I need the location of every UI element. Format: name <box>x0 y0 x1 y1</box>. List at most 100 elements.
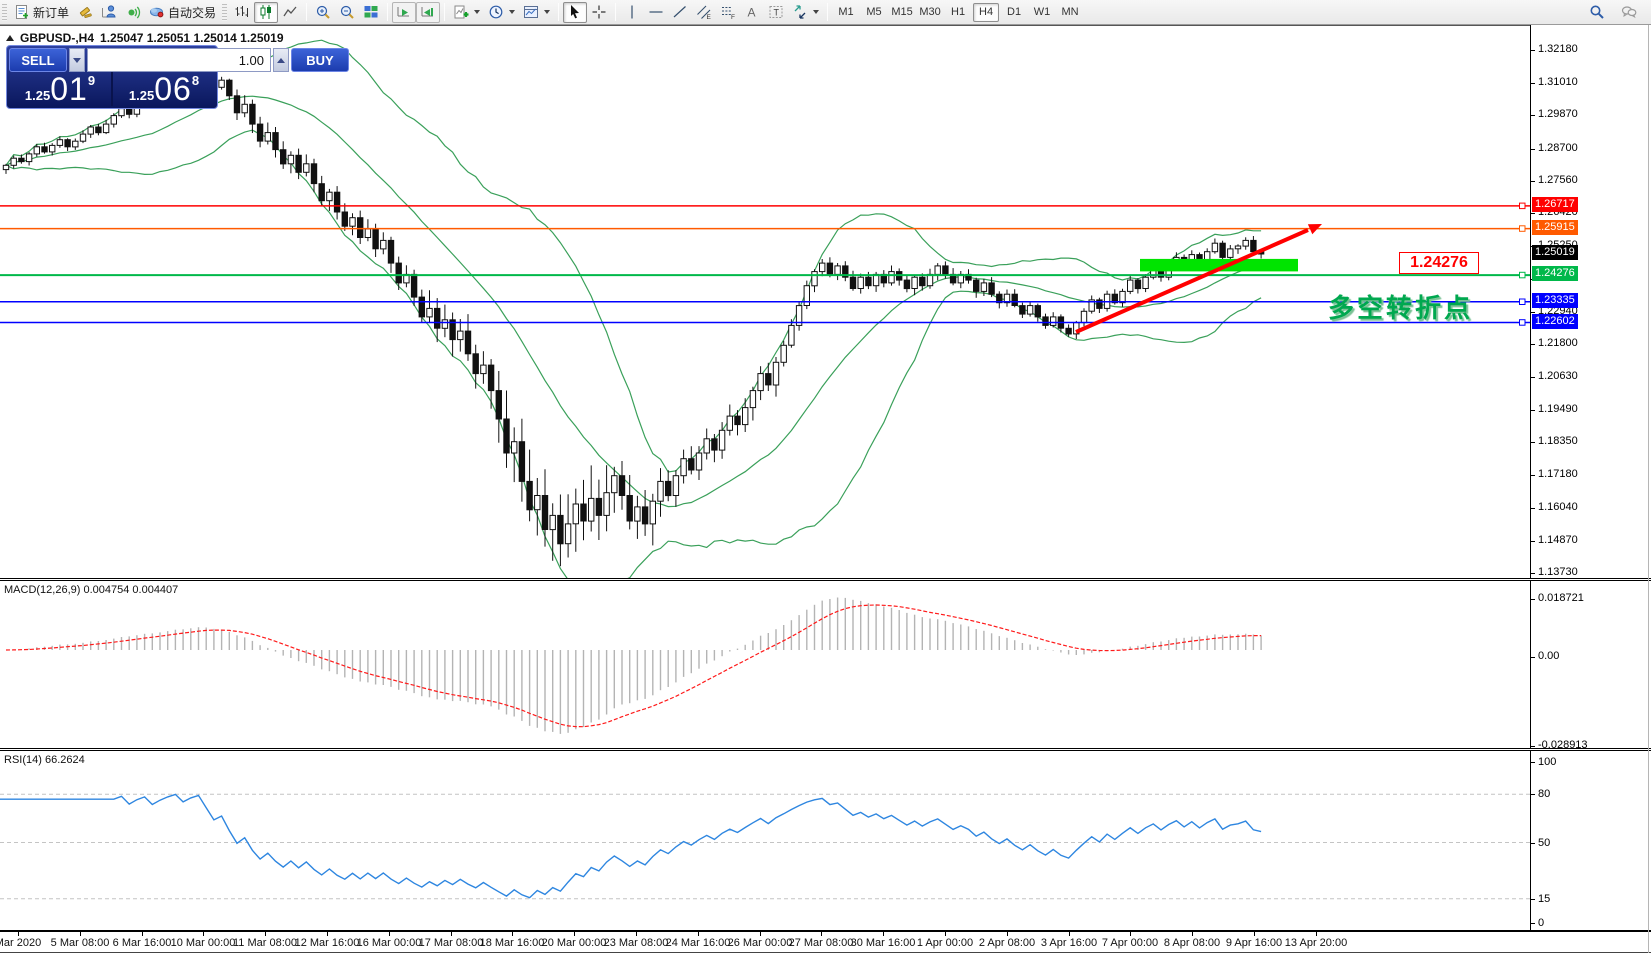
vertical-line-button[interactable] <box>620 2 644 23</box>
macd-canvas[interactable] <box>0 581 1651 748</box>
sell-button[interactable]: SELL <box>9 48 67 72</box>
volume-increase-button[interactable] <box>273 48 289 72</box>
fibonacci-button[interactable]: F <box>716 2 740 23</box>
equidistant-channel-button[interactable]: E <box>692 2 716 23</box>
volume-input[interactable] <box>87 48 271 72</box>
crosshair-button[interactable] <box>587 2 611 23</box>
candlestick-chart-button[interactable] <box>254 2 278 23</box>
bollinger-band[interactable] <box>6 130 1261 579</box>
horizontal-line-button[interactable] <box>644 2 668 23</box>
autotrade-icon <box>149 4 165 20</box>
trendline-button[interactable] <box>668 2 692 23</box>
candle-body <box>442 320 447 329</box>
timeframe-button-h1[interactable]: H1 <box>945 3 971 22</box>
candle-body <box>789 325 794 345</box>
line-drag-handle[interactable] <box>1520 226 1526 232</box>
time-tick <box>80 932 81 936</box>
arrows-dropdown-caret[interactable] <box>813 10 819 14</box>
periods-button[interactable] <box>484 2 519 23</box>
candle-body <box>488 365 493 391</box>
templates-button[interactable] <box>519 2 554 23</box>
svg-text:F: F <box>731 14 735 20</box>
toolbar-grip[interactable] <box>222 4 227 21</box>
bar-chart-button[interactable] <box>230 2 254 23</box>
tile-windows-button[interactable] <box>359 2 383 23</box>
indicators-dropdown-caret[interactable] <box>474 10 480 14</box>
candle-body <box>573 504 578 524</box>
macd-label: MACD(12,26,9) 0.004754 0.004407 <box>4 584 178 596</box>
candle-body <box>565 524 570 544</box>
templates-dropdown-caret[interactable] <box>544 10 550 14</box>
signals-button[interactable] <box>121 2 145 23</box>
arrows-button[interactable] <box>788 2 823 23</box>
candle-body <box>1220 243 1225 257</box>
buy-button[interactable]: BUY <box>291 48 349 72</box>
line-chart-button[interactable] <box>278 2 302 23</box>
expert-advisors-button[interactable] <box>97 2 121 23</box>
cursor-button[interactable] <box>563 2 587 23</box>
rsi-panel[interactable]: RSI(14) 66.2624 <box>0 751 1651 930</box>
chinese-annotation-text[interactable]: 多空转折点 <box>1328 288 1473 325</box>
auto-scroll-button[interactable] <box>392 2 416 23</box>
candle-body <box>73 141 78 147</box>
time-axis[interactable]: Mar 20205 Mar 08:006 Mar 16:0010 Mar 00:… <box>0 930 1651 953</box>
candle-body <box>820 263 825 272</box>
text-label-button[interactable]: T <box>764 2 788 23</box>
chart-ohlc-values: 1.25047 1.25051 1.25014 1.25019 <box>100 31 284 45</box>
candle-body <box>1251 240 1256 251</box>
volume-decrease-button[interactable] <box>69 48 85 72</box>
price-callout-label[interactable]: 1.24276 <box>1399 252 1479 274</box>
panel-divider[interactable] <box>0 748 1651 751</box>
new-order-button[interactable]: 新订单 <box>10 2 73 23</box>
timeframe-button-m1[interactable]: M1 <box>833 3 859 22</box>
timeframe-button-w1[interactable]: W1 <box>1029 3 1055 22</box>
candle-body <box>288 155 293 164</box>
price-tick-label: 1.20630 <box>1538 370 1578 382</box>
chat-button[interactable] <box>1617 2 1641 23</box>
candle-body <box>65 140 70 147</box>
timeframe-button-m5[interactable]: M5 <box>861 3 887 22</box>
toolbar-grip[interactable] <box>2 4 7 21</box>
line-drag-handle[interactable] <box>1520 320 1526 326</box>
timeframe-button-m30[interactable]: M30 <box>917 3 943 22</box>
time-tick-label: 5 Mar 08:00 <box>51 937 110 949</box>
time-tick-label: 11 Mar 08:00 <box>233 937 297 949</box>
timeframe-button-mn[interactable]: MN <box>1057 3 1083 22</box>
price-chart-panel[interactable]: GBPUSD-,H4 1.25047 1.25051 1.25014 1.250… <box>0 25 1651 578</box>
candle-body <box>373 229 378 249</box>
one-click-collapse-icon[interactable] <box>6 35 14 41</box>
candle-body <box>50 145 55 152</box>
zoom-out-button[interactable] <box>335 2 359 23</box>
history-center-button[interactable] <box>73 2 97 23</box>
candle-body <box>689 459 694 470</box>
line-drag-handle[interactable] <box>1520 299 1526 305</box>
clock-icon <box>488 4 504 20</box>
panel-divider[interactable] <box>0 578 1651 581</box>
candle-body <box>350 218 355 227</box>
indicators-button[interactable] <box>449 2 484 23</box>
one-click-trading-panel: SELL BUY 1.25019 1.25068 <box>6 45 218 109</box>
autotrade-button[interactable]: 自动交易 <box>145 2 220 23</box>
line-drag-handle[interactable] <box>1520 203 1526 209</box>
sell-price-sup: 9 <box>88 74 95 87</box>
candle-body <box>250 104 255 124</box>
sell-price[interactable]: 1.25019 <box>9 72 111 106</box>
line-drag-handle[interactable] <box>1520 272 1526 278</box>
search-button[interactable] <box>1585 2 1609 23</box>
macd-panel[interactable]: MACD(12,26,9) 0.004754 0.004407 <box>0 581 1651 748</box>
buy-price[interactable]: 1.25068 <box>113 72 215 106</box>
candle-body <box>673 476 678 496</box>
buy-price-small: 1.25 <box>129 89 154 102</box>
timeframe-button-d1[interactable]: D1 <box>1001 3 1027 22</box>
chart-shift-button[interactable] <box>416 2 440 23</box>
time-tick-label: 3 Apr 16:00 <box>1041 937 1097 949</box>
rsi-canvas[interactable] <box>0 751 1651 930</box>
price-axis[interactable]: 1.321801.310101.298701.287001.275601.264… <box>1530 25 1651 930</box>
zoom-in-button[interactable] <box>311 2 335 23</box>
text-button[interactable]: A <box>740 2 764 23</box>
candle-body <box>34 147 39 154</box>
candle-body <box>773 362 778 385</box>
timeframe-button-m15[interactable]: M15 <box>889 3 915 22</box>
timeframe-button-h4[interactable]: H4 <box>973 3 999 22</box>
periods-dropdown-caret[interactable] <box>509 10 515 14</box>
